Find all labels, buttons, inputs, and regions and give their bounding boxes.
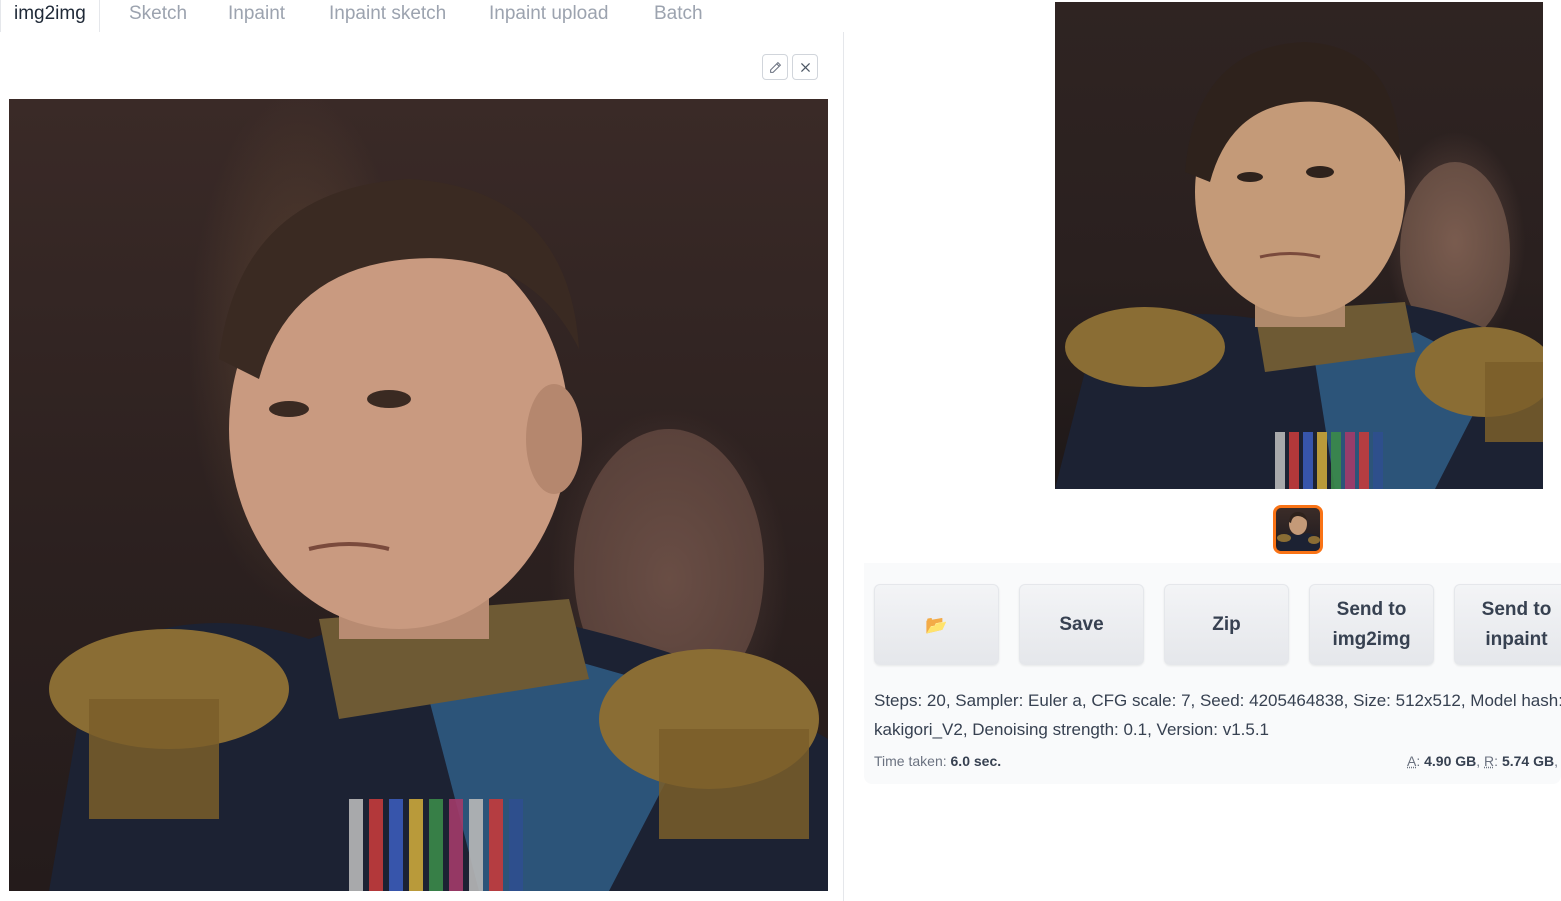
tab-inpaint-sketch[interactable]: Inpaint sketch (329, 0, 446, 33)
generation-info-line-2: kakigori_V2, Denoising strength: 0.1, Ve… (874, 720, 1270, 739)
input-image-panel (0, 32, 844, 901)
zip-button[interactable]: Zip (1164, 584, 1289, 665)
mem-a-value: 4.90 GB (1424, 753, 1477, 769)
input-image[interactable] (9, 99, 828, 891)
portrait-photo (49, 179, 828, 891)
time-taken-label: Time taken: (874, 753, 947, 769)
tab-img2img[interactable]: img2img (0, 0, 100, 33)
folder-icon: 📂 (925, 614, 948, 635)
clear-image-button[interactable] (792, 54, 818, 80)
time-taken: Time taken: 6.0 sec. (874, 753, 1001, 769)
save-button[interactable]: Save (1019, 584, 1144, 665)
mem-r-value: 5.74 GB (1501, 753, 1555, 769)
mem-a-label: A (1407, 753, 1417, 769)
time-taken-value: 6.0 sec. (950, 753, 1002, 769)
send-to-inpaint-button[interactable]: Send to inpaint (1454, 584, 1561, 665)
memory-stats: A: 4.90 GB, R: 5.74 GB, Sy (1407, 753, 1558, 769)
send-to-img2img-button[interactable]: Send to img2img (1309, 584, 1434, 665)
output-image[interactable] (1055, 2, 1543, 489)
generated-portrait (1055, 42, 1543, 489)
close-icon (800, 62, 810, 72)
pencil-icon (769, 61, 781, 73)
tab-bar: img2img Sketch Inpaint Inpaint sketch In… (0, 0, 844, 33)
thumbnail-image (1276, 512, 1320, 551)
open-folder-button[interactable]: 📂 (874, 584, 999, 665)
generation-info-line-1: Steps: 20, Sampler: Euler a, CFG scale: … (874, 691, 1561, 710)
output-thumbnail[interactable] (1273, 505, 1323, 554)
mem-r-label: R (1484, 753, 1495, 769)
tab-batch[interactable]: Batch (654, 0, 703, 33)
generation-info-text: Steps: 20, Sampler: Euler a, CFG scale: … (874, 686, 1561, 744)
tab-sketch[interactable]: Sketch (129, 0, 187, 33)
edit-image-button[interactable] (762, 54, 788, 80)
tab-inpaint[interactable]: Inpaint (228, 0, 285, 33)
tab-inpaint-upload[interactable]: Inpaint upload (489, 0, 608, 33)
